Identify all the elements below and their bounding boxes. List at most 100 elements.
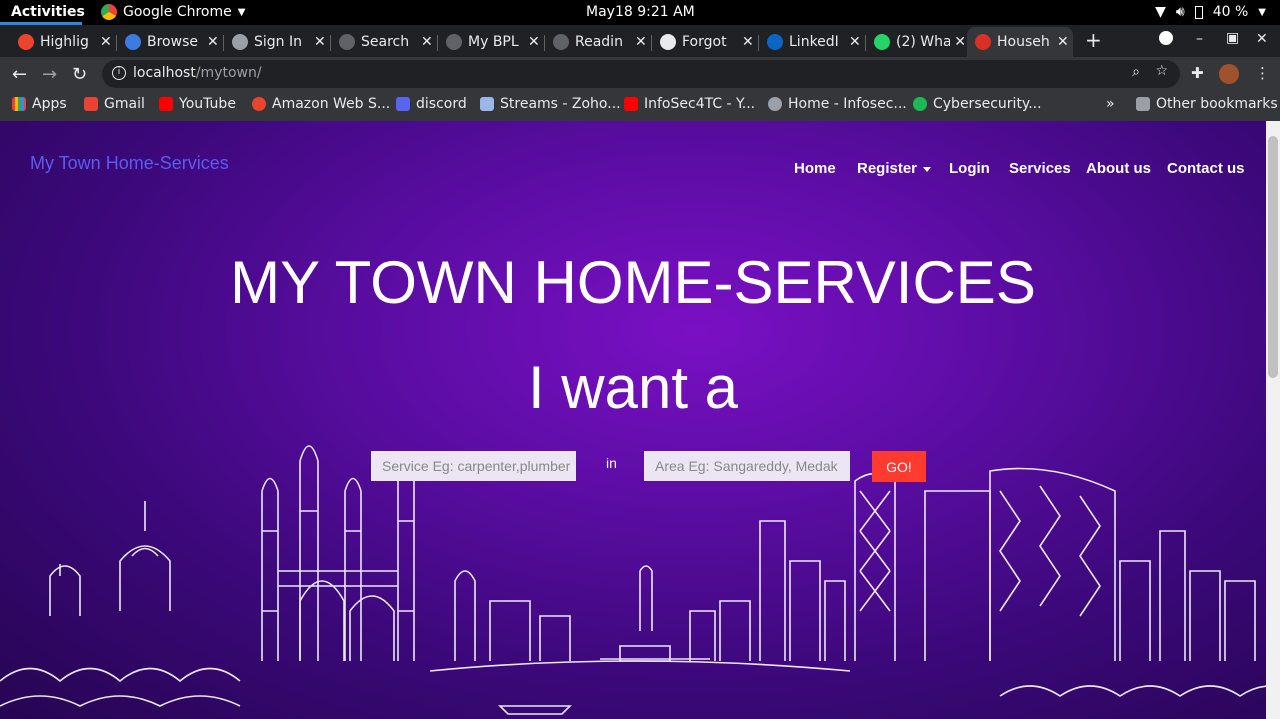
aws-icon <box>252 97 266 111</box>
tab-favicon-icon <box>975 34 991 50</box>
bookmark-item[interactable]: Amazon Web S... <box>252 96 390 112</box>
tab-item-active[interactable]: Househ ✕ <box>967 27 1073 57</box>
nav-link-services[interactable]: Services <box>1009 160 1071 177</box>
tab-item[interactable]: Sign In ✕ <box>224 27 330 57</box>
city-skyline-illustration <box>0 445 1266 715</box>
cybersecurity-icon <box>913 97 927 111</box>
bookmark-label: Amazon Web S... <box>272 96 391 112</box>
nav-link-login[interactable]: Login <box>949 160 990 177</box>
system-menu[interactable]: ▼ 🔊︎ 40 % ▼ <box>1155 4 1266 20</box>
bookmark-item[interactable]: Apps <box>12 96 67 112</box>
scrollbar-thumb[interactable] <box>1268 136 1278 378</box>
bookmark-star-icon[interactable]: ☆ <box>1155 63 1168 79</box>
tab-favicon-icon <box>874 34 890 50</box>
tab-label: Browse <box>147 34 198 50</box>
bookmark-item[interactable]: Gmail <box>84 96 145 112</box>
tab-item[interactable]: My BPL ✕ <box>438 27 544 57</box>
close-icon[interactable]: ✕ <box>742 34 754 50</box>
close-icon[interactable]: ✕ <box>954 34 966 50</box>
reload-icon[interactable]: ↻ <box>72 64 87 85</box>
tab-favicon-icon <box>18 34 34 50</box>
bookmarks-overflow-button[interactable]: » <box>1106 96 1115 112</box>
tab-item[interactable]: Readin ✕ <box>545 27 651 57</box>
bookmark-item[interactable]: Streams - Zoho... <box>480 96 621 112</box>
url-path: /mytown/ <box>195 65 262 81</box>
url-text: localhost/mytown/ <box>133 65 262 81</box>
tab-label: Search <box>361 34 410 50</box>
youtube-icon <box>624 97 638 111</box>
tab-strip: Highlig ✕ Browse ✕ Sign In ✕ Search ✕ My… <box>0 25 1280 57</box>
bookmark-item[interactable]: YouTube <box>159 96 236 112</box>
chevron-down-icon: ▼ <box>1258 6 1266 18</box>
close-window-icon[interactable]: ✕ <box>1256 31 1268 47</box>
profile-avatar[interactable] <box>1219 64 1239 84</box>
tab-item[interactable]: (2) Wha ✕ <box>866 27 966 57</box>
tab-item[interactable]: Search ✕ <box>331 27 437 57</box>
zoom-icon[interactable]: ⌕ <box>1132 64 1140 80</box>
restore-icon[interactable]: ▣ <box>1226 30 1239 46</box>
close-icon[interactable]: ✕ <box>528 34 540 50</box>
wifi-icon: ▼ <box>1155 4 1166 20</box>
tab-label: Househ <box>997 34 1050 50</box>
extensions-icon[interactable]: ✚ <box>1191 64 1204 82</box>
close-icon[interactable]: ✕ <box>314 34 326 50</box>
tab-label: LinkedI <box>789 34 839 50</box>
back-icon[interactable]: ← <box>12 64 27 85</box>
tab-item[interactable]: Browse ✕ <box>117 27 223 57</box>
new-tab-button[interactable]: + <box>1085 28 1102 52</box>
menu-icon[interactable]: ⋮ <box>1255 64 1270 82</box>
gmail-icon <box>84 97 98 111</box>
bookmark-item[interactable]: discord <box>396 96 467 112</box>
bookmark-item[interactable]: Home - Infosec... <box>768 96 907 112</box>
tab-item[interactable]: LinkedI ✕ <box>759 27 865 57</box>
battery-percent: 40 % <box>1212 4 1249 20</box>
bookmark-label: Apps <box>32 96 67 112</box>
tab-label: Forgot <box>682 34 727 50</box>
tab-favicon-icon <box>767 34 783 50</box>
battery-icon <box>1194 5 1203 19</box>
hero-subtitle: I want a <box>527 354 739 421</box>
in-label: in <box>606 455 617 471</box>
address-bar[interactable]: i localhost/mytown/ ⌕ ☆ <box>102 60 1180 88</box>
minimize-icon[interactable]: – <box>1196 31 1203 47</box>
go-button[interactable]: GO! <box>872 451 926 482</box>
tab-item[interactable]: Forgot ✕ <box>652 27 758 57</box>
forward-icon[interactable]: → <box>42 64 57 85</box>
clock[interactable]: May18 9:21 AM <box>586 4 695 20</box>
bookmark-label: discord <box>416 96 467 112</box>
other-bookmarks[interactable]: Other bookmarks <box>1136 96 1278 112</box>
nav-link-contact[interactable]: Contact us <box>1167 160 1245 177</box>
globe-icon <box>768 97 782 111</box>
bookmark-label: YouTube <box>179 96 236 112</box>
nav-dropdown-register[interactable]: Register <box>857 160 932 177</box>
site-brand-link[interactable]: My Town Home-Services <box>30 153 229 174</box>
service-search-input[interactable] <box>371 451 576 481</box>
app-menu-label: Google Chrome <box>123 4 232 20</box>
bookmark-item[interactable]: Cybersecurity... <box>913 96 1042 112</box>
tab-favicon-icon <box>660 34 676 50</box>
tab-label: Readin <box>575 34 623 50</box>
bookmark-label: InfoSec4TC - Y... <box>644 96 756 112</box>
bookmark-label: Streams - Zoho... <box>500 96 621 112</box>
tab-search-icon[interactable] <box>1159 31 1173 45</box>
close-icon[interactable]: ✕ <box>421 34 433 50</box>
app-menu[interactable]: Google Chrome ▼ <box>101 4 245 20</box>
close-icon[interactable]: ✕ <box>1057 34 1069 50</box>
nav-register-label: Register <box>857 160 918 177</box>
area-search-input[interactable] <box>644 451 850 481</box>
tab-favicon-icon <box>232 34 248 50</box>
info-icon[interactable]: i <box>112 66 126 80</box>
nav-link-about[interactable]: About us <box>1086 160 1151 177</box>
tab-label: My BPL <box>468 34 519 50</box>
close-icon[interactable]: ✕ <box>100 34 112 50</box>
activities-button[interactable]: Activities <box>11 4 85 20</box>
page-viewport: My Town Home-Services Home Register Logi… <box>0 121 1266 719</box>
tab-item[interactable]: Highlig ✕ <box>10 27 116 57</box>
nav-link-home[interactable]: Home <box>794 160 836 177</box>
close-icon[interactable]: ✕ <box>207 34 219 50</box>
hero-title: MY TOWN HOME-SERVICES <box>230 249 1036 316</box>
close-icon[interactable]: ✕ <box>635 34 647 50</box>
bookmark-item[interactable]: InfoSec4TC - Y... <box>624 96 755 112</box>
discord-icon <box>396 97 410 111</box>
close-icon[interactable]: ✕ <box>849 34 861 50</box>
